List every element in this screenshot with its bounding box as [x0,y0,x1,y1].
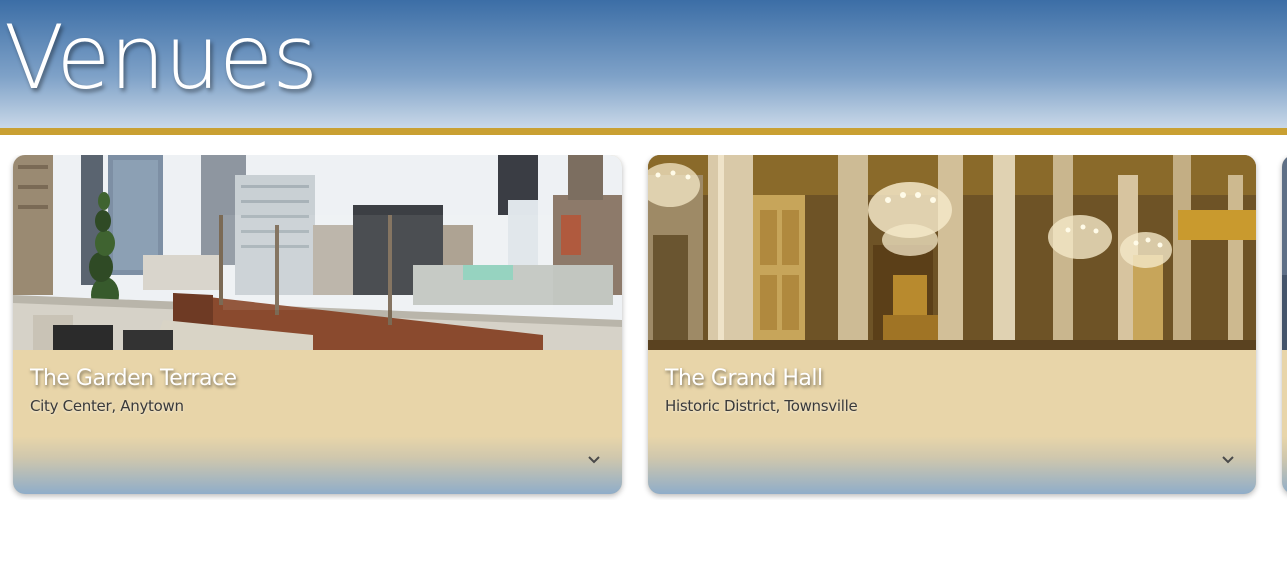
venue-location: City Center, Anytown [30,397,184,415]
venue-card-list: The Garden Terrace City Center, Anytown [0,155,1287,500]
venue-name: The Grand Hall [665,366,823,391]
venue-card-body [1282,350,1287,494]
venue-image [13,155,622,350]
page-title: Venues [4,6,318,109]
venue-name: The Garden Terrace [30,366,237,391]
page-header: Venues [0,0,1287,128]
venue-card-body: The Grand Hall Historic District, Townsv… [648,350,1256,494]
chevron-down-icon [1222,456,1234,464]
venue-image [648,155,1256,350]
chevron-down-icon [588,456,600,464]
expand-button[interactable] [584,450,604,470]
venue-card-partial[interactable] [1282,155,1287,494]
venue-card-body: The Garden Terrace City Center, Anytown [13,350,622,494]
venue-image [1282,155,1287,350]
venue-card-grand-hall[interactable]: The Grand Hall Historic District, Townsv… [648,155,1256,494]
venue-location: Historic District, Townsville [665,397,858,415]
venue-card-garden-terrace[interactable]: The Garden Terrace City Center, Anytown [13,155,622,494]
header-divider [0,128,1287,135]
expand-button[interactable] [1218,450,1238,470]
